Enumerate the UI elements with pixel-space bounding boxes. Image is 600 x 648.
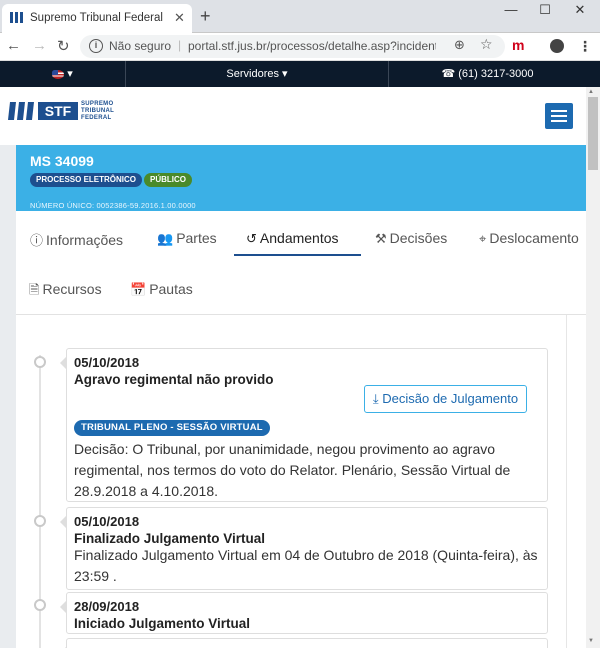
history-icon: ↺ (246, 231, 257, 246)
andamento-description: Finalizado Julgamento Virtual em 04 de O… (74, 547, 538, 584)
stf-logo-bars-icon (8, 102, 34, 120)
extension-icon[interactable]: m (512, 37, 524, 53)
browser-tab-strip: Supremo Tribunal Federal ✕ + — ☐ ✕ (0, 0, 600, 33)
new-tab-button[interactable]: + (200, 6, 211, 27)
zoom-icon[interactable]: ⊕ (454, 37, 465, 53)
tab-label: Pautas (149, 281, 193, 297)
tab-informacoes[interactable]: ⓘ Informações (30, 230, 123, 249)
us-flag-icon (52, 69, 65, 79)
security-label[interactable]: Não seguro (109, 39, 171, 53)
stf-favicon-icon (10, 12, 23, 23)
tab-pautas[interactable]: 📅 Pautas (130, 281, 193, 298)
logo-line: TRIBUNAL (81, 108, 115, 114)
minimize-button[interactable]: — (496, 2, 526, 17)
andamento-title: Iniciado Julgamento Virtual (74, 616, 251, 631)
calendar-icon: 📅 (130, 282, 147, 297)
bookmark-star-icon[interactable]: ☆ (480, 36, 493, 53)
tab-andamentos[interactable]: ↺ Andamentos (246, 230, 339, 247)
andamento-date: 28/09/2018 (74, 599, 140, 614)
andamento-title: Agravo regimental não provido (74, 372, 274, 387)
forward-button[interactable]: → (32, 37, 47, 54)
tabs-divider (16, 314, 586, 315)
orgao-badge: TRIBUNAL PLENO - SESSÃO VIRTUAL (74, 420, 270, 436)
scrollbar-thumb[interactable] (588, 97, 598, 170)
badge-publico: PÚBLICO (144, 173, 192, 187)
timeline-dot (34, 356, 46, 368)
tab-recursos[interactable]: 🗎 Recursos (29, 281, 102, 303)
users-icon: 👥 (157, 231, 174, 246)
site-header: STF SUPREMO TRIBUNAL FEDERAL (0, 87, 600, 145)
reload-button[interactable]: ↻ (57, 37, 70, 55)
language-selector[interactable]: ▾ (0, 61, 125, 87)
tab-label: Partes (176, 230, 217, 246)
panel-border (566, 315, 567, 648)
stf-top-bar: ▾ Servidores ▾ ☎ (61) 3217-3000 (0, 61, 600, 87)
logo-line: SUPREMO (81, 101, 114, 107)
info-circle-icon: ⓘ (30, 233, 44, 248)
logo-line: FEDERAL (81, 115, 112, 121)
andamento-date: 05/10/2018 (74, 355, 140, 370)
hamburger-menu-button[interactable] (545, 103, 573, 129)
tab-label: Andamentos (259, 230, 339, 246)
decisao-julgamento-button[interactable]: ⤓ Decisão de Julgamento (364, 385, 527, 413)
tab-partes[interactable]: 👥 Partes (157, 230, 217, 247)
back-button[interactable]: ← (6, 37, 21, 54)
omnibox-separator: | (178, 38, 182, 52)
timeline-dot (34, 515, 46, 527)
close-window-button[interactable]: ✕ (565, 2, 595, 18)
browser-tab[interactable]: Supremo Tribunal Federal ✕ (2, 4, 192, 33)
tab-label: Deslocamento (489, 230, 579, 246)
timeline-dot (34, 599, 46, 611)
account-icon[interactable] (550, 39, 564, 53)
address-bar-row: ← → ↻ i Não seguro | portal.stf.jus.br/p… (0, 33, 600, 61)
language-caret-icon: ▾ (67, 68, 73, 80)
browser-menu-icon[interactable]: ⋮ (578, 38, 592, 55)
scrollbar-track[interactable] (586, 87, 600, 648)
scroll-up-icon[interactable]: ▲ (588, 89, 594, 95)
andamento-entry: 05/10/2018 Agravo regimental não provido… (60, 348, 548, 502)
tab-deslocamento[interactable]: ⌖ Deslocamento (479, 230, 579, 247)
andamento-title: Finalizado Julgamento Virtual (74, 531, 266, 546)
tab-decisoes[interactable]: ⚒ Decisões (375, 230, 447, 247)
phone-number[interactable]: ☎ (61) 3217-3000 (389, 61, 586, 87)
andamento-entry (60, 638, 548, 648)
url-text[interactable]: portal.stf.jus.br/processos/detalhe.asp?… (188, 39, 436, 53)
omnibox[interactable]: i Não seguro | portal.stf.jus.br/process… (80, 35, 505, 58)
badge-processo-eletronico: PROCESSO ELETRÔNICO (30, 173, 143, 187)
tab-label: Decisões (389, 230, 448, 246)
andamento-entry: 28/09/2018 Iniciado Julgamento Virtual (60, 592, 548, 634)
process-title: MS 34099 (30, 153, 94, 169)
scroll-down-icon[interactable]: ▼ (588, 638, 594, 644)
andamento-entry: 05/10/2018 Finalizado Julgamento Virtual… (60, 507, 548, 590)
tab-label: Recursos (42, 281, 102, 297)
andamento-date: 05/10/2018 (74, 514, 140, 529)
logo-text: SUPREMO TRIBUNAL FEDERAL (81, 101, 114, 122)
servidores-menu[interactable]: Servidores ▾ (126, 61, 388, 87)
close-tab-icon[interactable]: ✕ (174, 10, 185, 26)
tab-title: Supremo Tribunal Federal (30, 12, 163, 24)
map-marker-icon: ⌖ (479, 231, 487, 246)
maximize-button[interactable]: ☐ (530, 2, 560, 18)
numero-unico: NÚMERO ÚNICO: 0052386-59.2016.1.00.0000 (30, 201, 196, 210)
process-banner: MS 34099 PROCESSO ELETRÔNICO PÚBLICO NÚM… (16, 145, 586, 211)
logo-abbreviation: STF (38, 102, 78, 120)
gavel-icon: ⚒ (375, 231, 387, 246)
tab-label: Informações (46, 232, 124, 248)
file-icon: 🗎 (29, 282, 40, 297)
info-icon[interactable]: i (89, 39, 103, 53)
andamento-description: Decisão: O Tribunal, por unanimidade, ne… (74, 441, 511, 499)
active-tab-indicator (234, 254, 361, 256)
